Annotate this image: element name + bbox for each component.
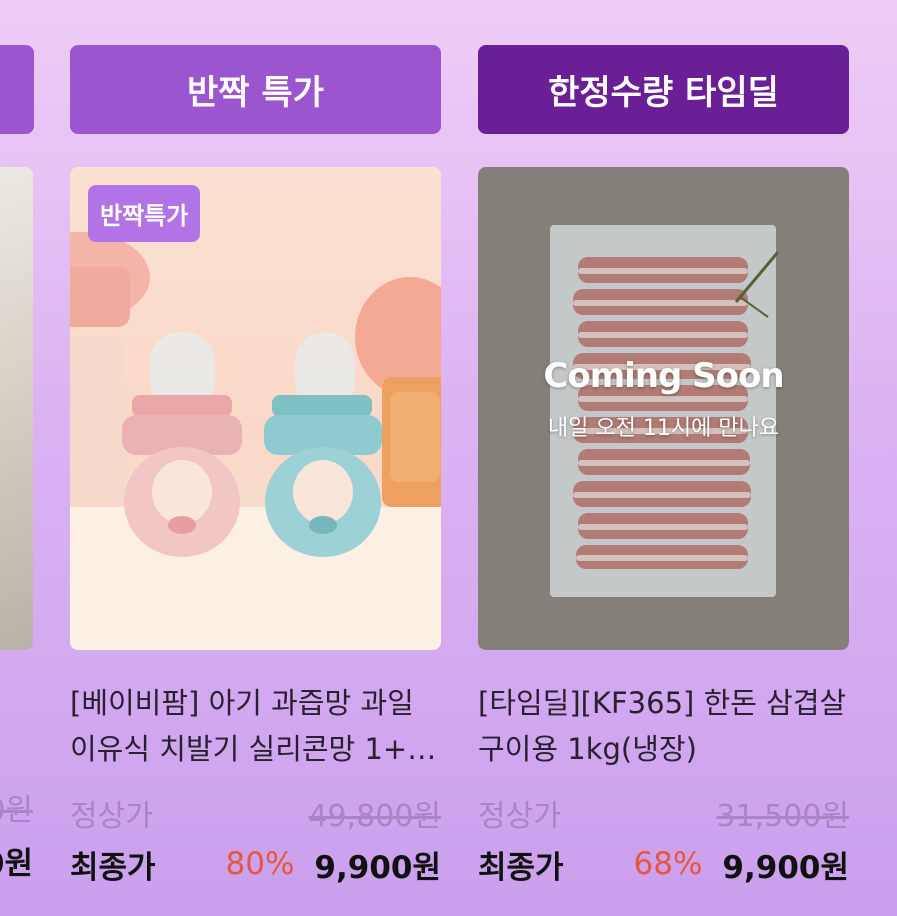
discount-rate: 80%: [225, 846, 295, 882]
tab-limited-time-deal[interactable]: 한정수량 타임딜: [478, 45, 849, 134]
product-name[interactable]: [베이비팜] 아기 과즙망 과일 이유식 치발기 실리콘망 1+1 꼭지 증정: [70, 680, 441, 772]
regular-price-label: 정상가: [478, 799, 561, 834]
regular-price: 49,800원: [308, 799, 441, 834]
tab-flash-sale[interactable]: 반짝 특가: [70, 45, 441, 134]
regular-price-label: 정상가: [70, 799, 153, 834]
final-price-row: 최종가 80% 9,900원: [70, 843, 441, 886]
regular-price: 31,500원: [716, 799, 849, 834]
prev-product-image-partial[interactable]: [0, 167, 33, 650]
coming-soon-overlay: Coming Soon 내일 오전 11시에 만나요: [478, 167, 849, 650]
product-image-baby-feeder[interactable]: 반짝특가: [70, 167, 441, 650]
product-image-pork-belly[interactable]: Coming Soon 내일 오전 11시에 만나요: [478, 167, 849, 650]
final-price-label: 최종가: [70, 849, 156, 886]
prev-regular-price-partial: 0원: [0, 793, 33, 828]
prev-tab-partial[interactable]: [0, 45, 34, 134]
coming-soon-subtitle: 내일 오전 11시에 만나요: [547, 415, 780, 441]
flash-sale-badge: 반짝특가: [88, 185, 201, 242]
final-price-row: 최종가 68% 9,900원: [478, 843, 849, 886]
tab-limited-time-deal-label: 한정수량 타임딜: [548, 73, 779, 113]
tab-flash-sale-label: 반짝 특가: [187, 73, 324, 113]
final-price: 9,900원: [314, 849, 441, 886]
prev-final-price-partial: 0원: [0, 846, 33, 882]
product-name[interactable]: [타임딜][KF365] 한돈 삼겹살 구이용 1kg(냉장): [478, 680, 849, 772]
regular-price-row: 정상가 49,800원: [70, 792, 441, 834]
discount-rate: 68%: [633, 846, 703, 882]
final-price: 9,900원: [722, 849, 849, 886]
coming-soon-title: Coming Soon: [543, 355, 784, 396]
final-price-label: 최종가: [478, 849, 564, 886]
regular-price-row: 정상가 31,500원: [478, 792, 849, 834]
